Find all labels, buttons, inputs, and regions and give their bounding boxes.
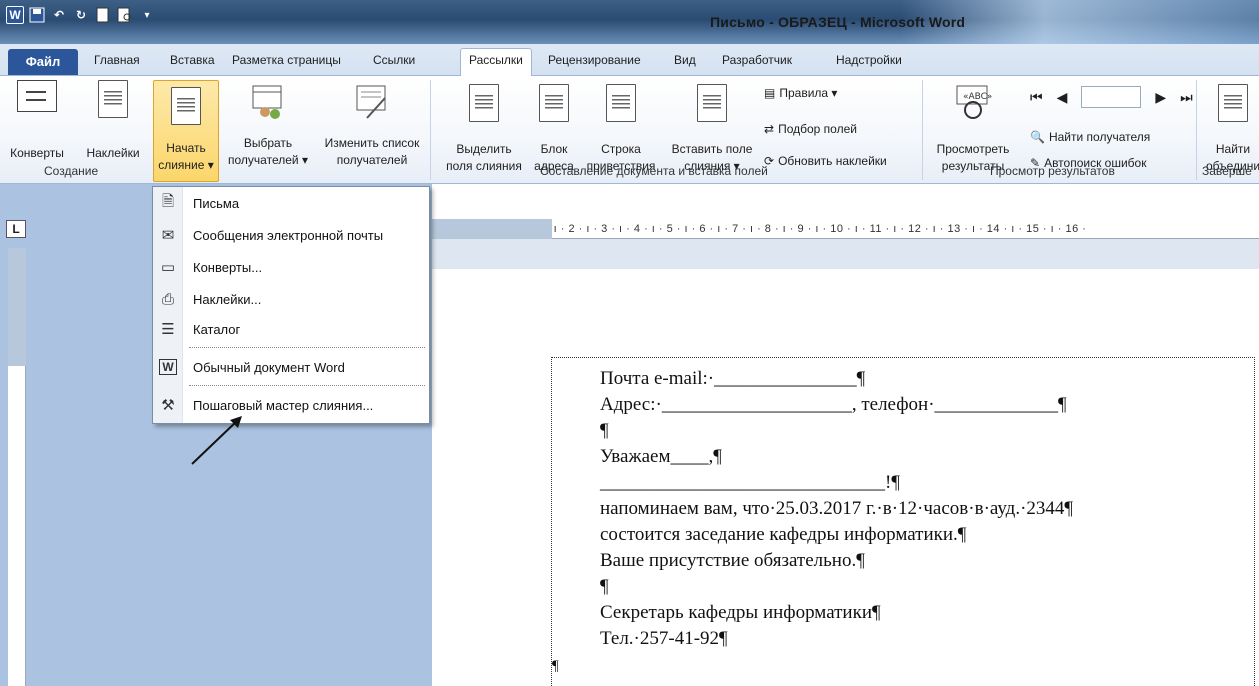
- annotation-arrow: [191, 416, 242, 465]
